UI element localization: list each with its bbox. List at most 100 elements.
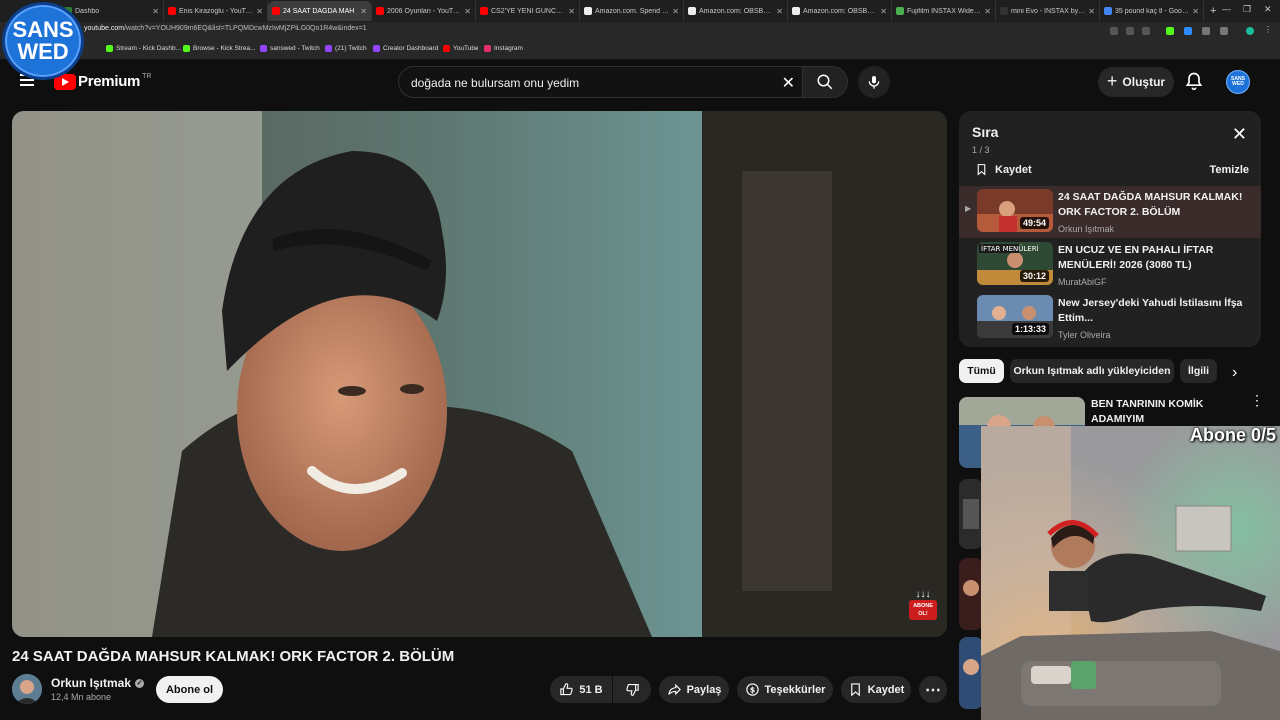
share-label: Paylaş [686,683,722,696]
minimize-icon[interactable]: — [1222,4,1231,14]
browser-tab[interactable]: Amazon.com: OBSBOT M ✕ [684,1,788,21]
close-tab-icon[interactable]: ✕ [880,7,887,16]
channel-name-text: Orkun Işıtmak [51,676,132,690]
profile-icon[interactable] [1246,27,1254,35]
search-input[interactable]: doğada ne bulursam onu yedim ✕ [398,66,810,98]
close-tab-icon[interactable]: ✕ [360,7,367,16]
close-tab-icon[interactable]: ✕ [464,7,471,16]
bookmark-item[interactable]: Instagram [484,45,523,52]
more-actions-button[interactable]: ⋯ [919,676,947,703]
close-window-icon[interactable]: ✕ [1264,4,1272,15]
browser-menu-icon[interactable]: ⋮ [1264,25,1272,34]
queue-panel: Sıra 1 / 3 ✕ Kaydet Temizle ▶ 49:54 24 S… [959,111,1261,347]
share-button[interactable]: Paylaş [659,676,729,703]
tab-title: mini Evo - INSTAX by Fuji [1011,7,1086,15]
close-queue-icon[interactable]: ✕ [1232,125,1247,143]
browser-tab[interactable]: 35 pound kaç tl - Google ✕ [1100,1,1204,21]
queue-item[interactable]: 1:13:33 New Jersey'deki Yahudi İstilasın… [959,292,1261,344]
recommendation-thumbnail[interactable] [959,637,983,709]
save-button[interactable]: Kaydet [841,676,911,703]
queue-item[interactable]: ▶ 49:54 24 SAAT DAĞDA MAHSUR KALMAK! ORK… [959,186,1261,238]
logo-line-2: WED [17,39,69,64]
bookmark-item[interactable]: YouTube [443,45,479,52]
bookmark-item[interactable]: (21) Twitch [325,45,367,52]
user-avatar[interactable]: SANS WED [1226,70,1250,94]
cast-icon[interactable] [1126,27,1134,35]
recommendation-title[interactable]: BEN TANRININ KOMİK ADAMIYIM [1091,397,1241,427]
browser-tab[interactable]: Fujifilm INSTAX Wide Evo ✕ [892,1,996,21]
save-label: Kaydet [867,683,905,696]
create-button[interactable]: + Oluştur [1098,67,1174,97]
queue-item[interactable]: İFTAR MENÜLERİ 30:12 EN UCUZ VE EN PAHAL… [959,239,1261,291]
channel-name[interactable]: Orkun Işıtmak ✓ [51,676,145,690]
search-button[interactable] [802,66,848,98]
streamer-webcam-overlay [981,426,1280,720]
video-frame [12,111,947,637]
video-duration: 49:54 [1019,217,1049,229]
browser-tab[interactable]: Amazon.com. Spend less ✕ [580,1,684,21]
extension-icon[interactable] [1166,27,1174,35]
browser-tab[interactable]: Amazon.com: OBSBOT Ti ✕ [788,1,892,21]
chevron-right-icon[interactable]: › [1232,364,1237,382]
chip-all[interactable]: Tümü [959,359,1004,383]
extensions-puzzle-icon[interactable] [1202,27,1210,35]
browser-tab[interactable]: CS2'YE YENİ GÜNCELLEME✕ [476,1,580,21]
close-tab-icon[interactable]: ✕ [984,7,991,16]
bookmark-item[interactable]: Browse - Kick Strea... [183,45,256,52]
more-options-icon[interactable]: ⋮ [1250,393,1264,407]
like-button[interactable]: 51 B [550,676,612,703]
sidebar-icon[interactable] [1220,27,1228,35]
search-icon [817,74,833,90]
close-tab-icon[interactable]: ✕ [1192,7,1199,16]
subscribe-reminder-badge[interactable]: ABONE OL! [909,600,937,620]
queue-save-button[interactable]: Kaydet [975,162,1032,177]
tab-favicon-icon [1104,7,1112,15]
voice-search-button[interactable] [858,66,890,98]
video-player[interactable] [12,111,947,637]
chip-from-uploader[interactable]: Orkun Işıtmak adlı yükleyiciden [1010,359,1174,383]
close-tab-icon[interactable]: ✕ [256,7,263,16]
clear-search-icon[interactable]: ✕ [782,73,795,93]
queue-position: 1 / 3 [972,145,990,155]
bookmark-item[interactable]: Creator Dashboard [373,45,438,52]
queue-save-label: Kaydet [995,163,1032,176]
svg-text:$: $ [749,685,754,694]
tab-favicon-icon [584,7,592,15]
url-text[interactable]: youtube.com/watch?v=YOUH909m6EQ&list=TLP… [84,25,367,32]
browser-tab[interactable]: 2006 Oyunları - YouTube ✕ [372,1,476,21]
bookmark-star-icon[interactable] [1142,27,1150,35]
chip-related[interactable]: İlgili [1180,359,1217,383]
create-label: Oluştur [1122,75,1166,89]
bookmark-label: Stream - Kick Dashb... [116,45,182,52]
close-tab-icon[interactable]: ✕ [1088,7,1095,16]
browser-tab[interactable]: mini Evo - INSTAX by Fuji ✕ [996,1,1100,21]
browser-tab[interactable]: 24 SAAT DAĞDA MAH ✕ [268,1,372,21]
queue-item-channel: Tyler Oliveira [1058,330,1111,340]
youtube-premium-logo[interactable]: Premium TR [54,73,151,90]
extension-icon[interactable] [1184,27,1192,35]
close-tab-icon[interactable]: ✕ [152,7,159,16]
close-tab-icon[interactable]: ✕ [776,7,783,16]
zoom-icon[interactable] [1110,27,1118,35]
queue-clear-button[interactable]: Temizle [1209,164,1249,176]
close-tab-icon[interactable]: ✕ [672,7,679,16]
maximize-icon[interactable]: ❐ [1243,4,1251,15]
new-tab-button[interactable]: + [1210,5,1216,17]
browser-tab[interactable]: Enis Kirazoglu - YouTube ✕ [164,1,268,21]
subscribe-button[interactable]: Abone ol [156,676,223,703]
dislike-button[interactable] [613,676,651,703]
recommendation-thumbnail[interactable] [959,558,983,630]
recommendation-thumbnail[interactable] [959,479,983,549]
close-tab-icon[interactable]: ✕ [568,7,575,16]
thanks-button[interactable]: $ Teşekkürler [737,676,833,703]
tab-title: 24 SAAT DAĞDA MAH [283,7,355,15]
browser-tab-strip: Dashbo ✕ Enis Kirazoglu - YouTube ✕ 24 SAAT … [0,0,1280,22]
tab-title: Fujifilm INSTAX Wide Evo [907,7,982,15]
address-bar[interactable]: youtube.com/watch?v=YOUH909m6EQ&list=TLP… [0,22,1280,40]
channel-avatar[interactable] [12,674,42,704]
bookmarks-bar: Stream - Kick Dashb... Browse - Kick Stre… [0,40,1280,60]
bookmark-label: (21) Twitch [335,45,367,52]
notifications-bell-icon[interactable] [1184,70,1206,94]
bookmark-item[interactable]: Stream - Kick Dashb... [106,45,181,52]
bookmark-item[interactable]: sanswed - Twitch [260,45,320,52]
